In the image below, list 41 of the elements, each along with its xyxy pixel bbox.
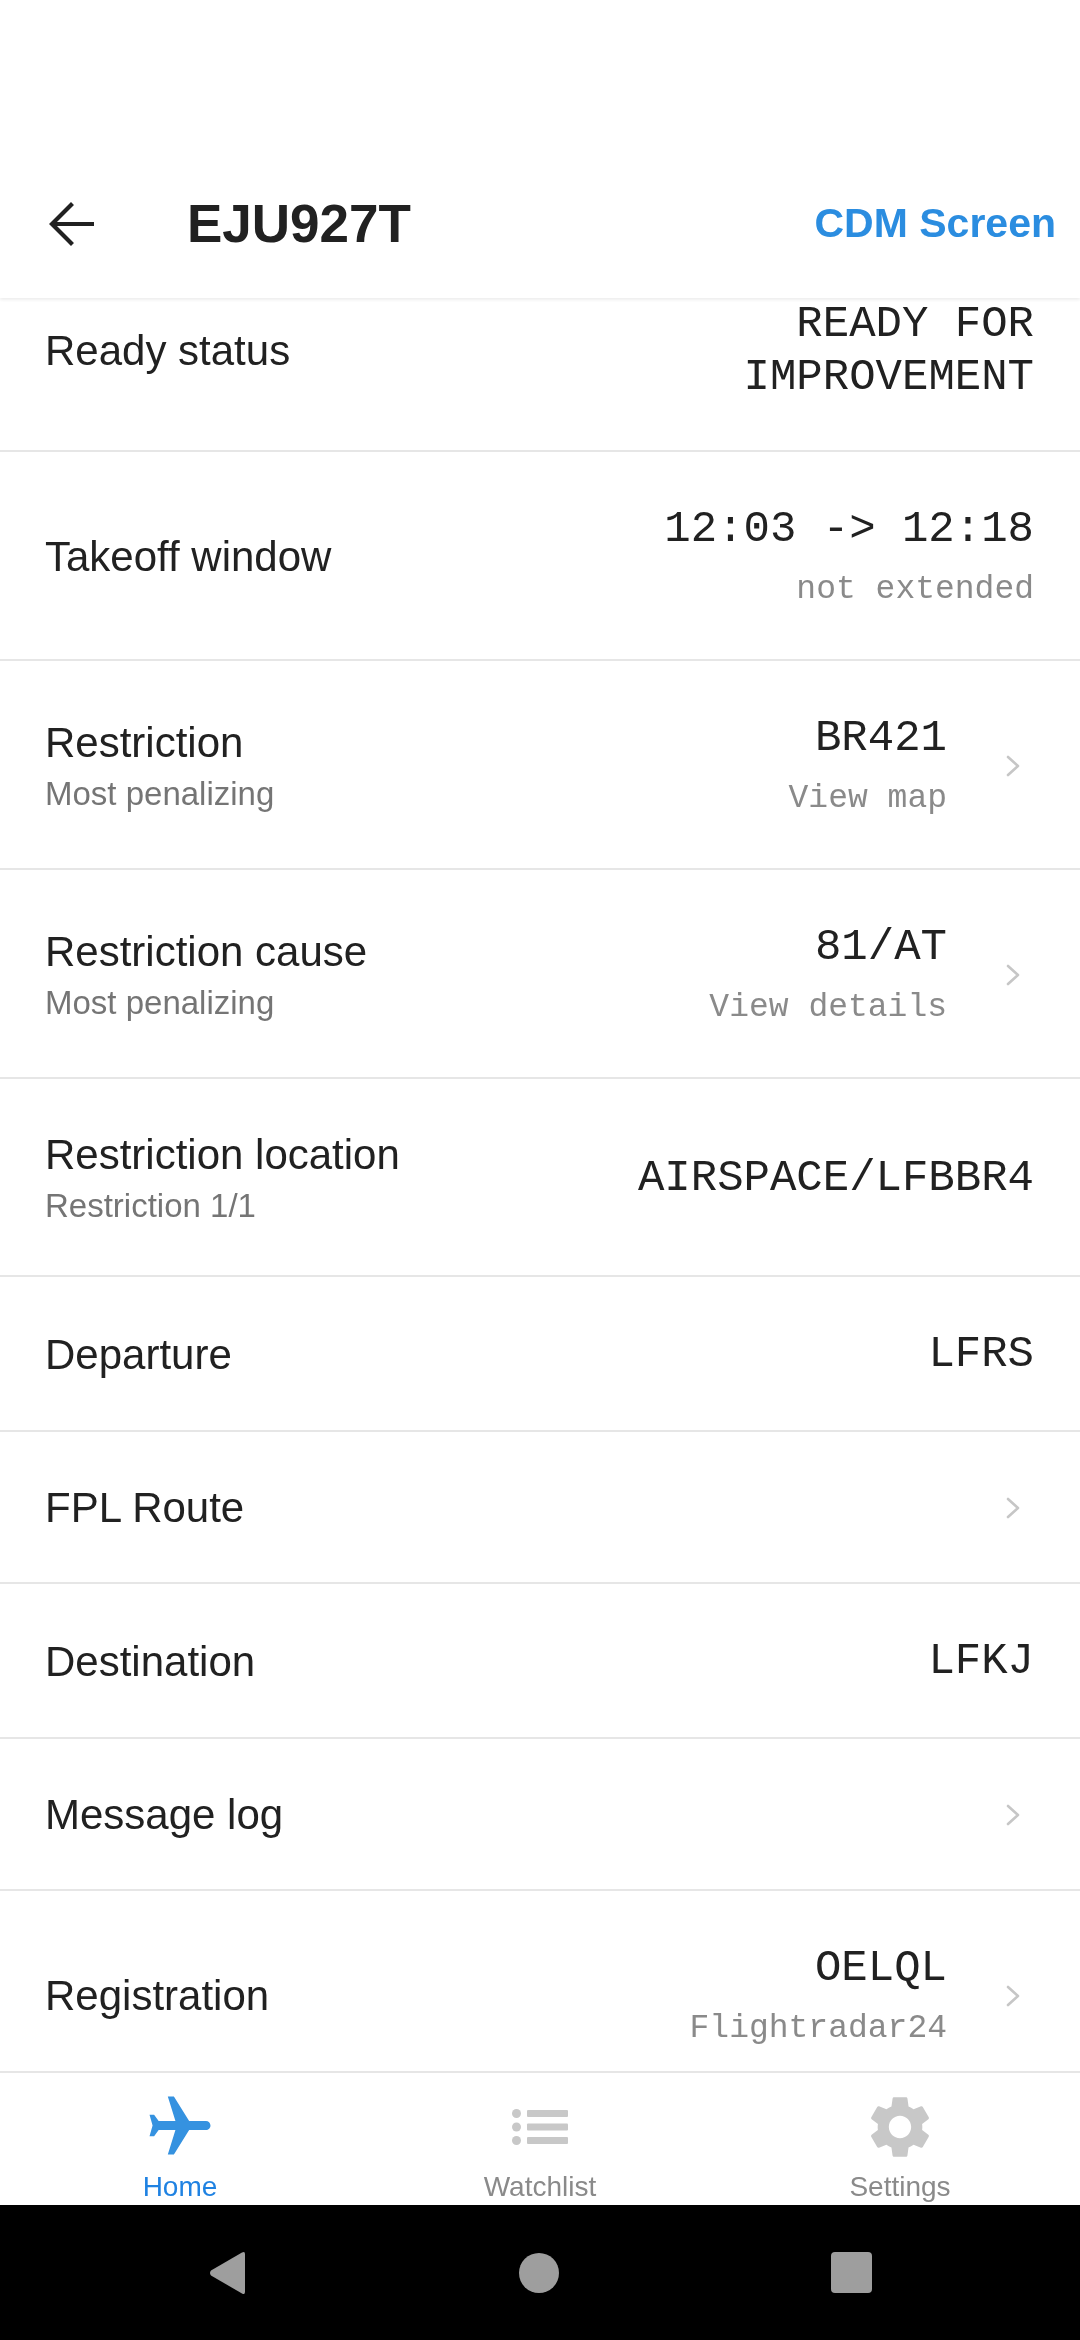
value-caption: not extended — [796, 571, 1034, 608]
row-label: Restriction location — [45, 1131, 400, 1178]
row-value: AIRSPACE/LFBBR4 — [637, 1152, 1034, 1203]
row-value: BR421 — [814, 713, 947, 763]
row-label: Message log — [45, 1791, 284, 1838]
row-value: READY FOR IMPROVEMENT — [743, 299, 1034, 402]
chevron-right-icon[interactable] — [1006, 1984, 1020, 2007]
row-label: Restriction cause — [45, 927, 368, 975]
row-value: 12:03 -> 12:18 — [664, 504, 1034, 554]
chevron-right-icon[interactable] — [1006, 1497, 1020, 1519]
home-circle-icon[interactable] — [519, 2252, 559, 2293]
back-triangle-icon[interactable] — [208, 2250, 247, 2295]
row-value: LFRS — [928, 1329, 1034, 1379]
row-sublabel: Restriction 1/1 — [45, 1187, 256, 1224]
row-label: Registration — [45, 1971, 270, 2019]
nav-tab[interactable]: Settings — [849, 2095, 951, 2203]
chevron-right-icon[interactable] — [1006, 754, 1020, 777]
list-icon — [512, 2109, 568, 2145]
row-value: OELQL — [814, 1943, 947, 1993]
row-label: FPL Route — [45, 1484, 245, 1531]
gear-icon — [869, 2096, 931, 2158]
row-label: Departure — [45, 1330, 232, 1378]
row-label: Ready status — [45, 327, 291, 374]
nav-tab[interactable]: Home — [142, 2095, 218, 2203]
value-caption: Flightradar24 — [689, 2010, 947, 2047]
row-sublabel: Most penalizing — [45, 774, 275, 812]
row-label: Restriction — [45, 718, 244, 766]
cdm-screen-button[interactable]: CDM Screen — [814, 199, 1056, 249]
chevron-right-icon[interactable] — [1006, 1804, 1020, 1826]
nav-tab[interactable]: Watchlist — [483, 2095, 597, 2203]
screen-title: EJU927T — [187, 193, 411, 256]
row-value: LFKJ — [928, 1636, 1034, 1686]
row-value: 81/AT — [814, 922, 947, 972]
value-caption: View details — [709, 989, 947, 1026]
chevron-right-icon[interactable] — [1006, 963, 1020, 986]
back-arrow-icon[interactable] — [48, 201, 94, 247]
row-sublabel: Most penalizing — [45, 983, 275, 1021]
row-label: Takeoff window — [45, 532, 332, 580]
value-caption: View map — [788, 780, 947, 817]
square-icon[interactable] — [831, 2252, 872, 2293]
row-label: Destination — [45, 1637, 256, 1685]
